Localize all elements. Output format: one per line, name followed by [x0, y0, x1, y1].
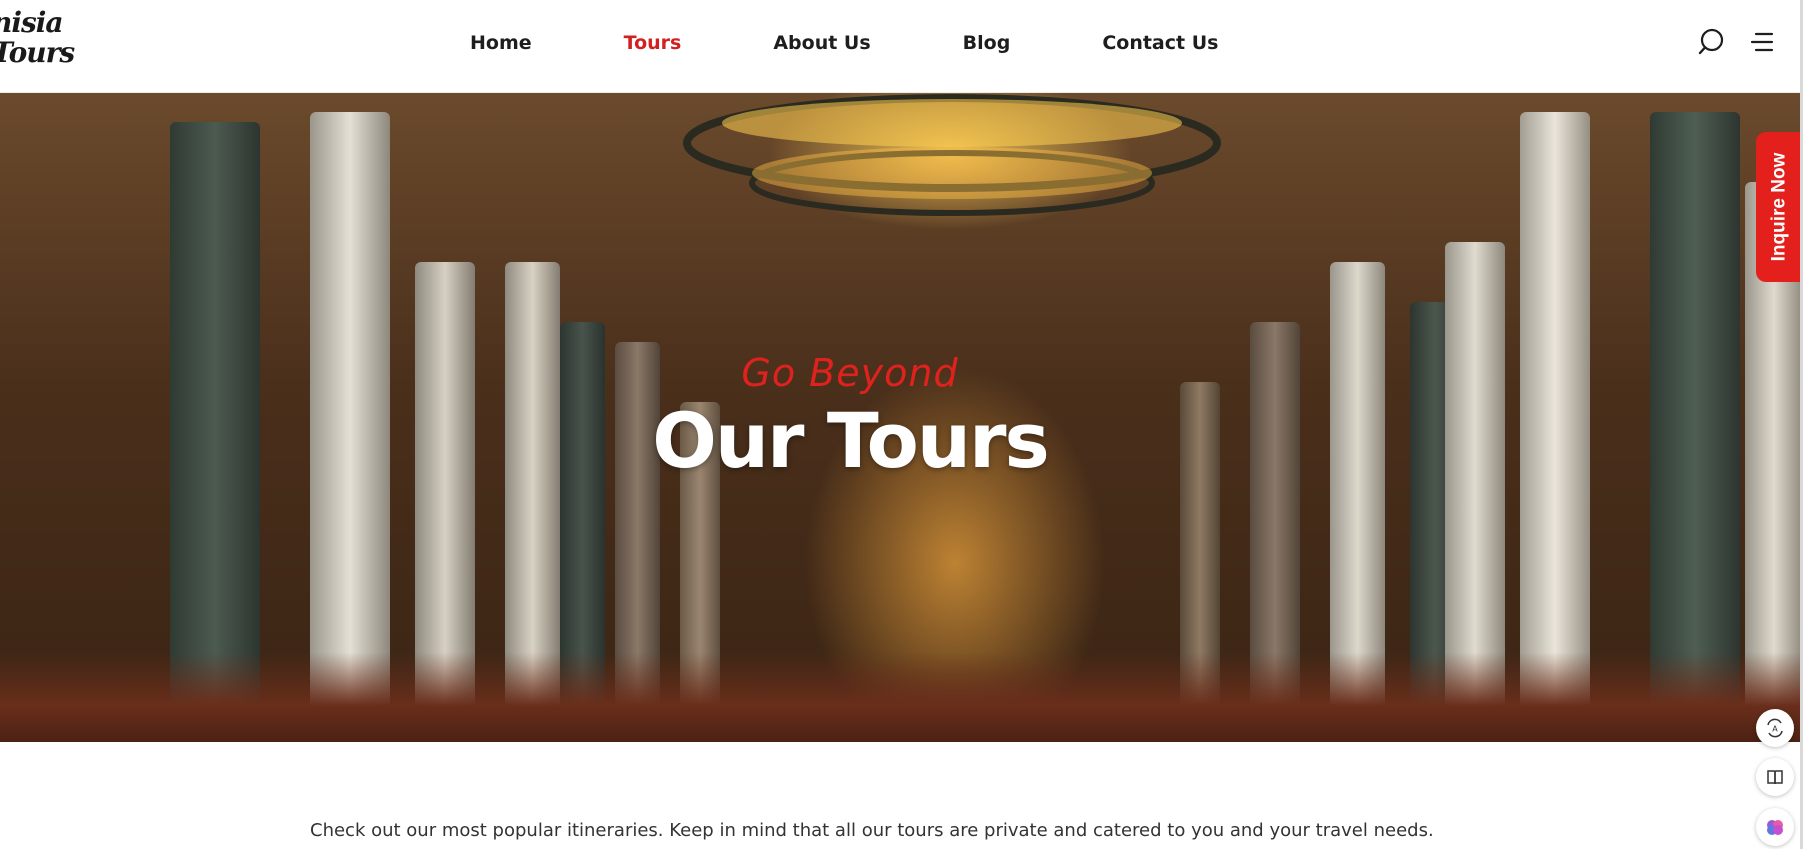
hero-eyebrow: Go Beyond — [741, 351, 959, 395]
nav-blog[interactable]: Blog — [963, 32, 1011, 54]
main-nav: Home Tours About Us Blog Contact Us — [470, 27, 1218, 59]
page-title: Our Tours — [652, 396, 1049, 485]
logo-line-1: nisia — [0, 6, 64, 39]
nav-about-us[interactable]: About Us — [773, 32, 870, 54]
logo-line-2: Tours — [0, 36, 75, 69]
inquire-now-button[interactable]: Inquire Now — [1756, 132, 1803, 282]
nav-contact-us[interactable]: Contact Us — [1102, 32, 1218, 54]
site-logo[interactable]: nisia Tours — [0, 6, 75, 72]
nav-tours[interactable]: Tours — [624, 32, 682, 54]
translate-icon[interactable]: A — [1756, 709, 1794, 747]
search-icon[interactable] — [1697, 28, 1725, 56]
nav-home[interactable]: Home — [470, 32, 532, 54]
hero-text-block: Go Beyond Our Tours — [0, 93, 1803, 742]
inquire-now-label: Inquire Now — [1768, 152, 1790, 262]
book-icon[interactable] — [1756, 758, 1794, 796]
site-header: nisia Tours Home Tours About Us Blog Con… — [0, 0, 1803, 93]
brain-icon[interactable] — [1756, 808, 1794, 846]
menu-icon[interactable] — [1748, 28, 1776, 56]
intro-text: Check out our most popular itineraries. … — [310, 820, 1434, 841]
hero-banner: Go Beyond Our Tours — [0, 93, 1803, 742]
svg-text:A: A — [1772, 725, 1778, 734]
